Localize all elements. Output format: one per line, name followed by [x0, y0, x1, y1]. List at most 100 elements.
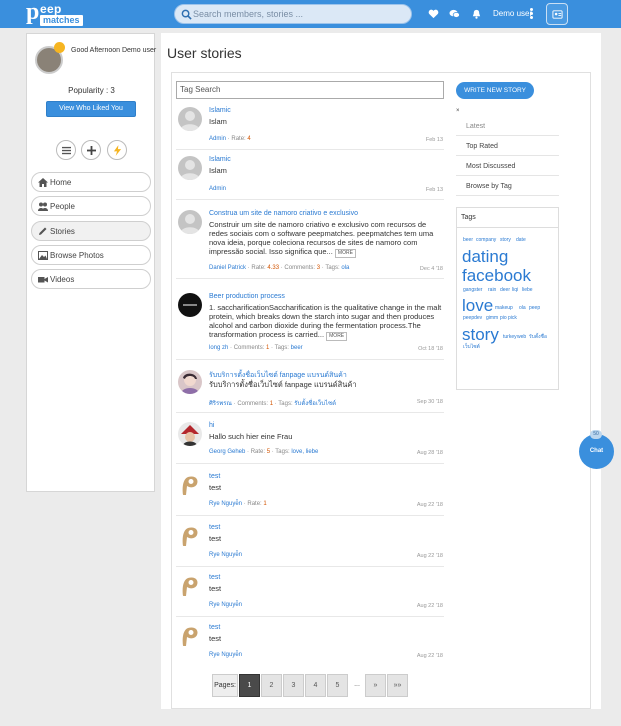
close-icon[interactable]: ×: [456, 108, 460, 114]
story-item: Islamic Islam Admin · Rate: 4 Feb 13: [176, 104, 444, 150]
story-avatar[interactable]: [178, 624, 202, 648]
sidebar-item-home[interactable]: Home: [31, 172, 151, 192]
story-author[interactable]: Georg Geheb: [209, 449, 245, 455]
popularity-text: Popularity : 3: [68, 86, 115, 95]
tag-link[interactable]: story: [500, 238, 511, 243]
bell-icon[interactable]: [471, 9, 482, 19]
story-avatar[interactable]: [178, 156, 202, 180]
add-round-button[interactable]: [81, 140, 101, 160]
menu-round-button[interactable]: [56, 140, 76, 160]
story-avatar[interactable]: [178, 524, 202, 548]
view-who-liked-button[interactable]: View Who Liked You: [46, 101, 136, 117]
last-page-button[interactable]: »»: [387, 674, 408, 697]
story-title[interactable]: test: [209, 624, 220, 631]
story-tag[interactable]: ola: [341, 265, 349, 271]
story-author[interactable]: Rye Nguyễn: [209, 602, 242, 608]
search-input[interactable]: [193, 6, 403, 22]
story-title[interactable]: Beer production process: [209, 293, 285, 300]
sidebar-item-people[interactable]: People: [31, 196, 151, 216]
sidebar-item-label: Home: [50, 178, 72, 187]
next-page-button[interactable]: »: [365, 674, 386, 697]
tag-link[interactable]: เว็บไซต์: [463, 345, 480, 350]
page-1-button[interactable]: 1: [239, 674, 260, 697]
tag-link[interactable]: peepdev: [463, 316, 482, 321]
tag-link[interactable]: dating: [462, 248, 508, 265]
tag-link[interactable]: rain: [488, 288, 496, 293]
search-bar[interactable]: [174, 4, 412, 24]
tag-link[interactable]: gangster: [463, 288, 482, 293]
write-new-story-button[interactable]: WRITE NEW STORY: [456, 82, 534, 99]
story-title[interactable]: Islamic: [209, 156, 231, 163]
filter-latest[interactable]: Latest: [456, 117, 559, 136]
story-author[interactable]: Rye Nguyễn: [209, 552, 242, 558]
story-avatar[interactable]: [178, 370, 202, 394]
account-panel-button[interactable]: [546, 3, 568, 25]
story-author[interactable]: ศิริรพรณ: [209, 401, 232, 407]
story-title[interactable]: hi: [209, 422, 214, 429]
more-button[interactable]: MORE: [326, 332, 348, 341]
filter-browse-by-tag[interactable]: Browse by Tag: [456, 177, 559, 196]
search-icon: [181, 9, 192, 20]
story-author[interactable]: Daniel Patrick: [209, 265, 246, 271]
story-title[interactable]: test: [209, 473, 220, 480]
tag-link[interactable]: liebe: [522, 288, 533, 293]
sidebar-item-browse-photos[interactable]: Browse Photos: [31, 245, 151, 265]
story-tag[interactable]: beer: [291, 345, 303, 351]
story-avatar[interactable]: [178, 210, 202, 234]
brand-logo-avatar: [183, 304, 197, 306]
story-tag[interactable]: love, liebe: [291, 449, 318, 455]
tag-search-input[interactable]: Tag Search: [176, 81, 444, 99]
story-avatar[interactable]: [178, 422, 202, 446]
story-title[interactable]: Islamic: [209, 107, 231, 114]
tag-link[interactable]: company: [476, 238, 496, 243]
story-avatar[interactable]: [178, 293, 202, 317]
tag-link[interactable]: facebook: [462, 267, 531, 284]
story-title[interactable]: test: [209, 524, 220, 531]
tag-link[interactable]: beer: [463, 238, 473, 243]
tag-link[interactable]: web: [517, 335, 526, 340]
story-author[interactable]: Rye Nguyễn: [209, 501, 242, 507]
sidebar-item-stories[interactable]: Stories: [31, 221, 151, 241]
story-avatar[interactable]: [178, 574, 202, 598]
tag-link[interactable]: รับตั้งชื่อ: [529, 335, 547, 340]
chat-bubbles-icon[interactable]: [449, 9, 460, 19]
sidebar-item-videos[interactable]: Videos: [31, 269, 151, 289]
tag-link[interactable]: turkey: [503, 335, 517, 340]
story-author[interactable]: Rye Nguyễn: [209, 652, 242, 658]
tag-link[interactable]: story: [462, 326, 499, 343]
tag-link[interactable]: pick: [508, 316, 517, 321]
logo[interactable]: p eep matches: [26, 0, 83, 28]
page-2-button[interactable]: 2: [261, 674, 282, 697]
video-icon: [38, 277, 48, 283]
tag-link[interactable]: ola: [519, 306, 526, 311]
story-avatar[interactable]: [178, 473, 202, 497]
tag-link[interactable]: love: [462, 297, 493, 314]
story-avatar[interactable]: [178, 107, 202, 131]
tag-link[interactable]: makeup: [495, 306, 513, 311]
story-author[interactable]: Admin: [209, 136, 226, 142]
top-user-name[interactable]: Demo user: [493, 9, 532, 18]
tag-link[interactable]: date: [516, 238, 526, 243]
story-date: Aug 22 '18: [416, 653, 443, 659]
story-title[interactable]: Construa um site de namoro criativo e ex…: [209, 210, 358, 217]
page-3-button[interactable]: 3: [283, 674, 304, 697]
main-content: User stories Tag Search Islamic Islam Ad…: [161, 33, 601, 709]
page-4-button[interactable]: 4: [305, 674, 326, 697]
tag-link[interactable]: liqi: [512, 288, 518, 293]
story-author[interactable]: Admin: [209, 186, 226, 192]
tag-link[interactable]: peep: [529, 306, 540, 311]
story-title[interactable]: test: [209, 574, 220, 581]
story-tag[interactable]: รับตั้งชื่อเว็บไซต์: [294, 401, 336, 407]
filter-top-rated[interactable]: Top Rated: [456, 137, 559, 156]
heart-icon[interactable]: [428, 9, 439, 19]
more-button[interactable]: MORE: [334, 249, 356, 258]
filter-most-discussed[interactable]: Most Discussed: [456, 157, 559, 176]
tag-link[interactable]: pio: [500, 316, 507, 321]
vertical-dots-icon[interactable]: [530, 8, 533, 20]
boost-round-button[interactable]: [107, 140, 127, 160]
chat-button[interactable]: Chat: [579, 434, 614, 469]
page-5-button[interactable]: 5: [327, 674, 348, 697]
story-author[interactable]: long zh: [209, 345, 228, 351]
tag-link[interactable]: gimm: [486, 316, 498, 321]
tag-link[interactable]: deer: [500, 288, 510, 293]
